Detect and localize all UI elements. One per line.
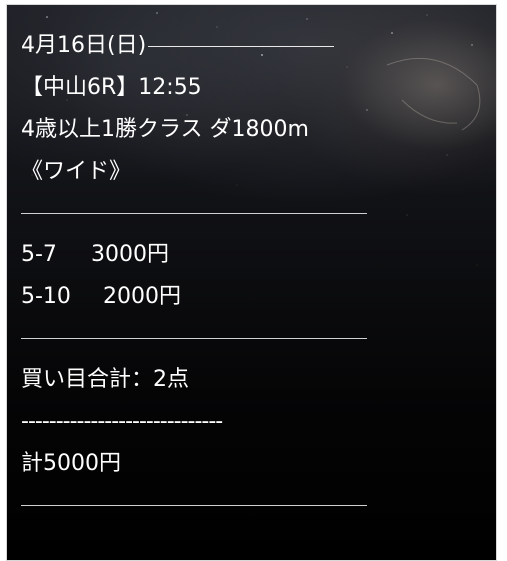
race-conditions: 4歳以上1勝クラス ダ1800m bbox=[21, 117, 309, 142]
bet-row: 5-7 3000円 bbox=[21, 234, 481, 276]
bet-type: 《ワイド》 bbox=[21, 159, 132, 184]
date-line: 4月16日(日) bbox=[21, 25, 481, 67]
date-divider bbox=[148, 45, 335, 47]
divider-2 bbox=[21, 338, 367, 339]
total-points: 買い目合計：2点 bbox=[21, 367, 189, 392]
bet-amount: 2000円 bbox=[103, 284, 181, 309]
bet-combo: 5-7 bbox=[21, 242, 57, 267]
screenshot-frame: 4月16日(日) 【中山6R】12:55 4歳以上1勝クラス ダ1800m 《ワ… bbox=[0, 0, 507, 561]
divider-3 bbox=[21, 505, 367, 506]
divider-1 bbox=[21, 213, 367, 214]
bet-amount: 3000円 bbox=[91, 242, 169, 267]
post-card: 4月16日(日) 【中山6R】12:55 4歳以上1勝クラス ダ1800m 《ワ… bbox=[6, 4, 497, 561]
post-content: 4月16日(日) 【中山6R】12:55 4歳以上1勝クラス ダ1800m 《ワ… bbox=[21, 25, 481, 526]
race-date: 4月16日(日) bbox=[21, 33, 147, 58]
dashed-divider: ----------------------------- bbox=[21, 409, 223, 434]
bet-combo: 5-10 bbox=[21, 284, 71, 309]
bet-row: 5-10 2000円 bbox=[21, 276, 481, 318]
total-amount: 計5000円 bbox=[21, 451, 121, 476]
race-title: 【中山6R】12:55 bbox=[21, 75, 202, 100]
